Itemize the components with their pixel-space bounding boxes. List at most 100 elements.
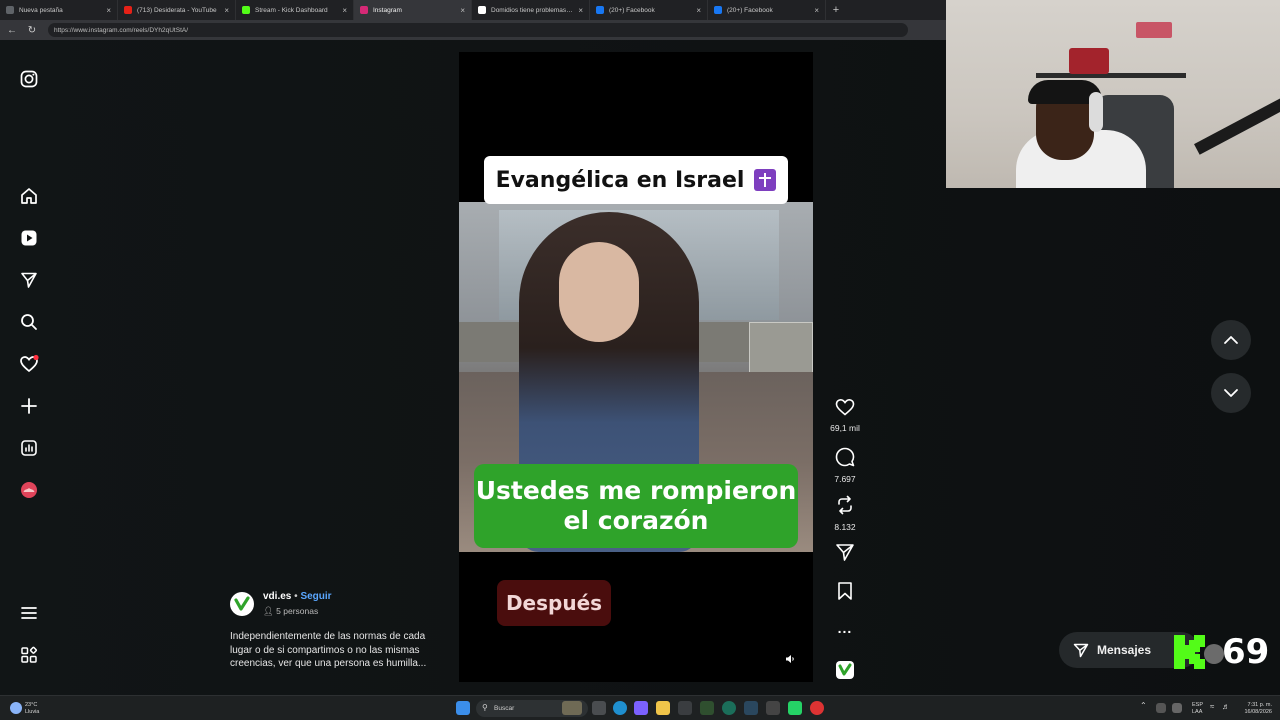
- reel-caption[interactable]: Independientemente de las normas de cada…: [230, 630, 445, 671]
- chevron-down-icon: [1224, 389, 1238, 397]
- direct-messages-icon[interactable]: [17, 268, 41, 292]
- clock-time[interactable]: 7:31 p. m.: [1240, 702, 1272, 709]
- left-navigation: [12, 40, 46, 695]
- share-action[interactable]: [826, 542, 864, 567]
- kick-overlay: 69: [1172, 632, 1272, 672]
- weather-icon: [10, 702, 22, 714]
- browser-tab-bar: Nueva pestaña × (713) Desiderata - YouTube…: [0, 0, 946, 20]
- audio-thumbnail-icon[interactable]: [835, 660, 855, 680]
- search-highlight-icon[interactable]: [562, 701, 582, 715]
- reload-icon[interactable]: ↻: [24, 22, 40, 38]
- language-code[interactable]: ESP: [1192, 702, 1203, 709]
- chrome-icon[interactable]: [810, 701, 824, 715]
- url-field[interactable]: https://www.instagram.com/reels/DYh2qUtS…: [48, 23, 908, 37]
- comment-bubble-icon[interactable]: [835, 447, 855, 467]
- browser-tab[interactable]: Nueva pestaña ×: [0, 0, 118, 20]
- tab-close-icon[interactable]: ×: [342, 6, 347, 15]
- tab-close-icon[interactable]: ×: [578, 6, 583, 15]
- next-reel-button[interactable]: [1211, 373, 1251, 413]
- weather-widget[interactable]: 23°C Lluvia: [8, 700, 68, 717]
- bookmark-icon[interactable]: [835, 581, 855, 601]
- audio-thumbnail[interactable]: [826, 660, 864, 685]
- notification-dot: [33, 354, 39, 361]
- save-action[interactable]: [826, 581, 864, 606]
- messages-label: Mensajes: [1097, 643, 1152, 657]
- app-b-icon[interactable]: [722, 701, 736, 715]
- previous-reel-button[interactable]: [1211, 320, 1251, 360]
- instagram-logo-icon[interactable]: [17, 67, 41, 91]
- repost-action[interactable]: 8.132: [826, 495, 864, 532]
- more-options-action[interactable]: ...: [826, 620, 864, 636]
- volume-icon[interactable]: ♬: [1222, 702, 1230, 711]
- dashboard-icon[interactable]: [17, 436, 41, 460]
- weather-desc: Lluvia: [25, 709, 40, 715]
- clock-date[interactable]: 16/08/2026: [1238, 709, 1272, 716]
- store-icon[interactable]: [678, 701, 692, 715]
- weather-temp: 23°C: [25, 702, 38, 708]
- browser-tab[interactable]: (20+) Facebook ×: [708, 0, 826, 20]
- browser-tab[interactable]: (20+) Facebook ×: [590, 0, 708, 20]
- tab-title: (20+) Facebook: [609, 6, 655, 14]
- back-arrow-icon[interactable]: ←: [4, 22, 20, 38]
- more-options-icon[interactable]: ...: [826, 620, 864, 636]
- profile-avatar-icon[interactable]: [17, 478, 41, 502]
- reel-video[interactable]: Evangélica en Israel Ustedes me rompiero…: [459, 52, 813, 682]
- tab-close-icon[interactable]: ×: [814, 6, 819, 15]
- app-a-icon[interactable]: [700, 701, 714, 715]
- steam-icon[interactable]: [744, 701, 758, 715]
- taskbar-search-placeholder: Buscar: [494, 705, 515, 712]
- repost-count: 8.132: [834, 522, 856, 532]
- browser-tab[interactable]: (713) Desiderata - YouTube ×: [118, 0, 236, 20]
- tab-close-icon[interactable]: ×: [224, 6, 229, 15]
- tray-app-2-icon[interactable]: [1172, 703, 1182, 713]
- more-apps-icon[interactable]: [17, 643, 41, 667]
- tab-favicon-icon: [124, 6, 132, 14]
- like-heart-icon[interactable]: [835, 398, 855, 416]
- whatsapp-icon[interactable]: [788, 701, 802, 715]
- tab-favicon-icon: [714, 6, 722, 14]
- tab-close-icon[interactable]: ×: [460, 6, 465, 15]
- browser-tab[interactable]: Instagram ×: [354, 0, 472, 20]
- comment-action[interactable]: 7.697: [826, 447, 864, 484]
- chevron-up-tray-icon[interactable]: ⌃: [1140, 701, 1147, 710]
- share-paper-plane-icon[interactable]: [835, 542, 855, 562]
- taskbar-search-icon: ⚲: [482, 703, 488, 712]
- browser-tab[interactable]: Stream - Kick Dashboard ×: [236, 0, 354, 20]
- edge-browser-icon[interactable]: [613, 701, 627, 715]
- audience-person-icon: 👤︎: [263, 606, 274, 616]
- audio-toggle-icon[interactable]: [781, 650, 799, 668]
- tab-title: (713) Desiderata - YouTube: [137, 6, 217, 14]
- kick-viewer-count: 69: [1222, 632, 1270, 672]
- author-username[interactable]: vdi.es: [263, 591, 291, 602]
- author-logo-icon: [234, 596, 250, 611]
- tray-app-icon[interactable]: [1156, 703, 1166, 713]
- tab-title: Domidios tiene problemas con un: [491, 6, 574, 14]
- tab-close-icon[interactable]: ×: [696, 6, 701, 15]
- task-view-icon[interactable]: [592, 701, 606, 715]
- obs-icon[interactable]: [766, 701, 780, 715]
- like-action[interactable]: 69,1 mil: [826, 398, 864, 433]
- home-icon[interactable]: [17, 184, 41, 208]
- browser-tab[interactable]: Domidios tiene problemas con un ×: [472, 0, 590, 20]
- repost-icon[interactable]: [835, 495, 855, 515]
- wall-sign: [1136, 22, 1172, 38]
- tab-close-icon[interactable]: ×: [106, 6, 111, 15]
- keyboard-layout[interactable]: LAA: [1192, 709, 1202, 716]
- author-avatar[interactable]: [230, 592, 254, 616]
- shelf-speaker: [1069, 48, 1109, 74]
- file-explorer-icon[interactable]: [656, 701, 670, 715]
- reels-icon[interactable]: [17, 226, 41, 250]
- menu-hamburger-icon[interactable]: [17, 601, 41, 625]
- search-icon[interactable]: [17, 310, 41, 334]
- title-card: Evangélica en Israel: [484, 156, 788, 204]
- copilot-icon[interactable]: [634, 701, 648, 715]
- notifications-heart-icon[interactable]: [17, 352, 41, 376]
- wifi-icon[interactable]: ≈: [1210, 702, 1214, 711]
- tab-title: (20+) Facebook: [727, 6, 773, 14]
- create-plus-icon[interactable]: [17, 394, 41, 418]
- subtitle-line-1: Ustedes me rompieron: [475, 476, 797, 505]
- title-card-text: Evangélica en Israel: [495, 167, 745, 193]
- follow-button[interactable]: Seguir: [300, 591, 331, 602]
- windows-start-icon[interactable]: [456, 701, 470, 715]
- new-tab-button[interactable]: +: [826, 0, 846, 20]
